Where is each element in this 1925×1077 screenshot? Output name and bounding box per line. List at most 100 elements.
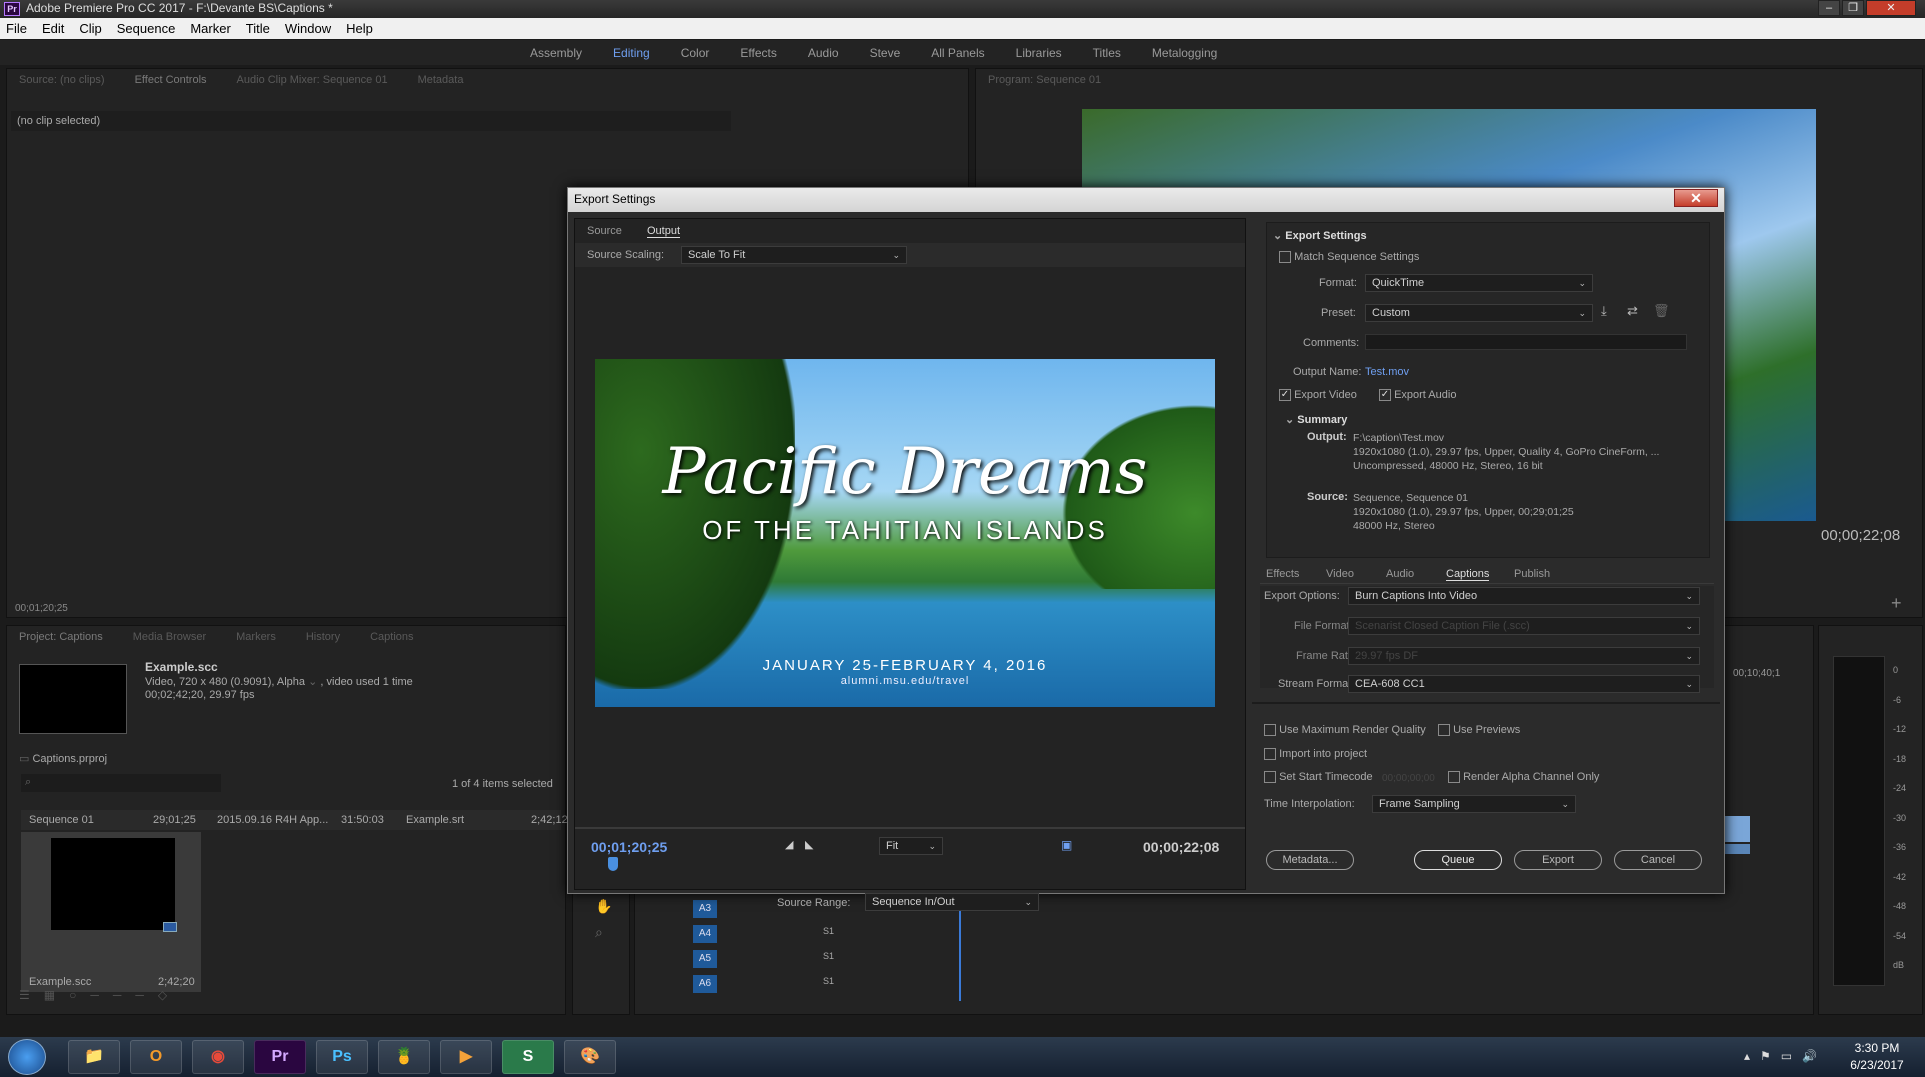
menu-file[interactable]: File: [6, 21, 27, 36]
tab-project[interactable]: Project: Captions: [19, 631, 103, 643]
preview-timecode-current[interactable]: 00;01;20;25: [591, 839, 667, 855]
tab-video[interactable]: Video: [1326, 568, 1354, 580]
track-a5[interactable]: A5: [693, 950, 717, 968]
fit-select[interactable]: Fit ⌄: [879, 837, 943, 855]
max-render-checkbox[interactable]: Use Maximum Render Quality: [1264, 724, 1426, 737]
output-name-link[interactable]: Test.mov: [1365, 366, 1409, 378]
preview-timecode-duration: 00;00;22;08: [1143, 839, 1220, 855]
metadata-button[interactable]: Metadata...: [1266, 850, 1354, 870]
summary-header[interactable]: ⌄ Summary: [1285, 413, 1347, 426]
preset-select[interactable]: Custom ⌄: [1365, 304, 1593, 322]
slack-icon[interactable]: S: [502, 1040, 554, 1074]
render-alpha-checkbox[interactable]: Render Alpha Channel Only: [1448, 771, 1599, 784]
import-preset-icon[interactable]: ⇄: [1627, 303, 1638, 319]
track-a4[interactable]: A4: [693, 925, 717, 943]
export-audio-checkbox[interactable]: Export Audio: [1379, 389, 1456, 402]
project-toolbar-icons[interactable]: ☰▦○───◇: [19, 988, 181, 1002]
tab-audio-clip-mixer[interactable]: Audio Clip Mixer: Sequence 01: [237, 74, 388, 86]
tab-audio[interactable]: Audio: [1386, 568, 1414, 580]
thumbnail-card[interactable]: Example.scc 2;42;20: [21, 832, 201, 992]
workspace-audio[interactable]: Audio: [808, 46, 839, 60]
outlook-icon[interactable]: O: [130, 1040, 182, 1074]
menu-sequence[interactable]: Sequence: [117, 21, 176, 36]
maximize-button[interactable]: ❐: [1842, 0, 1864, 16]
use-previews-checkbox[interactable]: Use Previews: [1438, 724, 1520, 737]
tab-source[interactable]: Source: (no clips): [19, 74, 105, 86]
workspace-metalogging[interactable]: Metalogging: [1152, 46, 1217, 60]
menu-window[interactable]: Window: [285, 21, 331, 36]
project-search-input[interactable]: ⌕: [21, 774, 221, 792]
source-range-select[interactable]: Sequence In/Out ⌄: [865, 893, 1039, 911]
premiere-taskbar-icon[interactable]: Pr: [254, 1040, 306, 1074]
cancel-button[interactable]: Cancel: [1614, 850, 1702, 870]
file-explorer-icon[interactable]: 📁: [68, 1040, 120, 1074]
queue-button[interactable]: Queue: [1414, 850, 1502, 870]
aspect-toggle-icon[interactable]: ▣: [1061, 838, 1072, 852]
paint-icon[interactable]: 🎨: [564, 1040, 616, 1074]
stream-format-select[interactable]: CEA-608 CC1 ⌄: [1348, 675, 1700, 693]
match-sequence-checkbox[interactable]: Match Sequence Settings: [1279, 251, 1419, 264]
menu-title[interactable]: Title: [246, 21, 270, 36]
tab-media-browser[interactable]: Media Browser: [133, 631, 206, 643]
export-options-select[interactable]: Burn Captions Into Video ⌄: [1348, 587, 1700, 605]
table-row[interactable]: Sequence 01 29;01;25 2015.09.16 R4H App.…: [21, 810, 568, 830]
zoom-tool-icon[interactable]: ⌕: [595, 924, 603, 941]
tab-publish[interactable]: Publish: [1514, 568, 1550, 580]
mark-out-icon[interactable]: ◣: [805, 838, 813, 851]
time-interpolation-select[interactable]: Frame Sampling ⌄: [1372, 795, 1576, 813]
mark-in-icon[interactable]: ◢: [785, 838, 793, 851]
export-settings-header[interactable]: ⌄ Export Settings: [1273, 229, 1367, 242]
clock-date[interactable]: 6/23/2017: [1842, 1058, 1912, 1072]
workspace-titles[interactable]: Titles: [1093, 46, 1121, 60]
delete-preset-icon[interactable]: 🗑: [1653, 303, 1670, 319]
tab-markers[interactable]: Markers: [236, 631, 276, 643]
file-format-select: Scenarist Closed Caption File (.scc) ⌄: [1348, 617, 1700, 635]
track-a6[interactable]: A6: [693, 975, 717, 993]
system-tray-icons[interactable]: ▴⚑▭🔊: [1744, 1049, 1827, 1063]
tab-metadata[interactable]: Metadata: [418, 74, 464, 86]
media-player-icon[interactable]: ▶: [440, 1040, 492, 1074]
export-video-checkbox[interactable]: Export Video: [1279, 389, 1357, 402]
clip-thumbnail[interactable]: [19, 664, 127, 734]
menu-marker[interactable]: Marker: [190, 21, 230, 36]
tab-source-view[interactable]: Source: [587, 225, 622, 237]
tab-captions-settings[interactable]: Captions: [1446, 568, 1490, 581]
set-start-timecode-checkbox[interactable]: Set Start Timecode: [1264, 771, 1373, 784]
menu-help[interactable]: Help: [346, 21, 373, 36]
comments-input[interactable]: [1365, 334, 1687, 350]
workspace-all-panels[interactable]: All Panels: [931, 46, 984, 60]
source-scaling-select[interactable]: Scale To Fit ⌄: [681, 246, 907, 264]
import-project-checkbox[interactable]: Import into project: [1264, 748, 1367, 761]
save-preset-icon[interactable]: ⤓: [1601, 303, 1607, 319]
pineapple-app-icon[interactable]: 🍍: [378, 1040, 430, 1074]
workspace-steve[interactable]: Steve: [870, 46, 901, 60]
track-a3[interactable]: A3: [693, 900, 717, 918]
close-window-button[interactable]: ✕: [1866, 0, 1916, 16]
photoshop-icon[interactable]: Ps: [316, 1040, 368, 1074]
start-button-icon[interactable]: [8, 1039, 46, 1075]
menu-clip[interactable]: Clip: [79, 21, 101, 36]
dialog-close-button[interactable]: ✕: [1674, 189, 1718, 207]
add-button-icon[interactable]: +: [1891, 593, 1902, 614]
chrome-icon[interactable]: ◉: [192, 1040, 244, 1074]
tab-history[interactable]: History: [306, 631, 340, 643]
clock-time[interactable]: 3:30 PM: [1842, 1041, 1912, 1055]
workspace-editing[interactable]: Editing: [613, 46, 650, 60]
tab-captions[interactable]: Captions: [370, 631, 413, 643]
tab-effects[interactable]: Effects: [1266, 568, 1299, 580]
workspace-libraries[interactable]: Libraries: [1016, 46, 1062, 60]
workspace-assembly[interactable]: Assembly: [530, 46, 582, 60]
program-title[interactable]: Program: Sequence 01: [988, 74, 1101, 86]
workspace-effects[interactable]: Effects: [740, 46, 776, 60]
hand-tool-icon[interactable]: ✋: [595, 898, 612, 915]
minimize-button[interactable]: –: [1818, 0, 1840, 16]
tab-effect-controls[interactable]: Effect Controls: [135, 74, 207, 86]
chevron-down-icon: ⌄: [1578, 278, 1586, 288]
export-button[interactable]: Export: [1514, 850, 1602, 870]
workspace-color[interactable]: Color: [681, 46, 710, 60]
tab-output-view[interactable]: Output: [647, 225, 681, 238]
menu-edit[interactable]: Edit: [42, 21, 64, 36]
captions-settings-section: Export Options: Burn Captions Into Video…: [1260, 586, 1714, 690]
format-select[interactable]: QuickTime ⌄: [1365, 274, 1593, 292]
playhead-marker-icon[interactable]: [605, 857, 621, 885]
